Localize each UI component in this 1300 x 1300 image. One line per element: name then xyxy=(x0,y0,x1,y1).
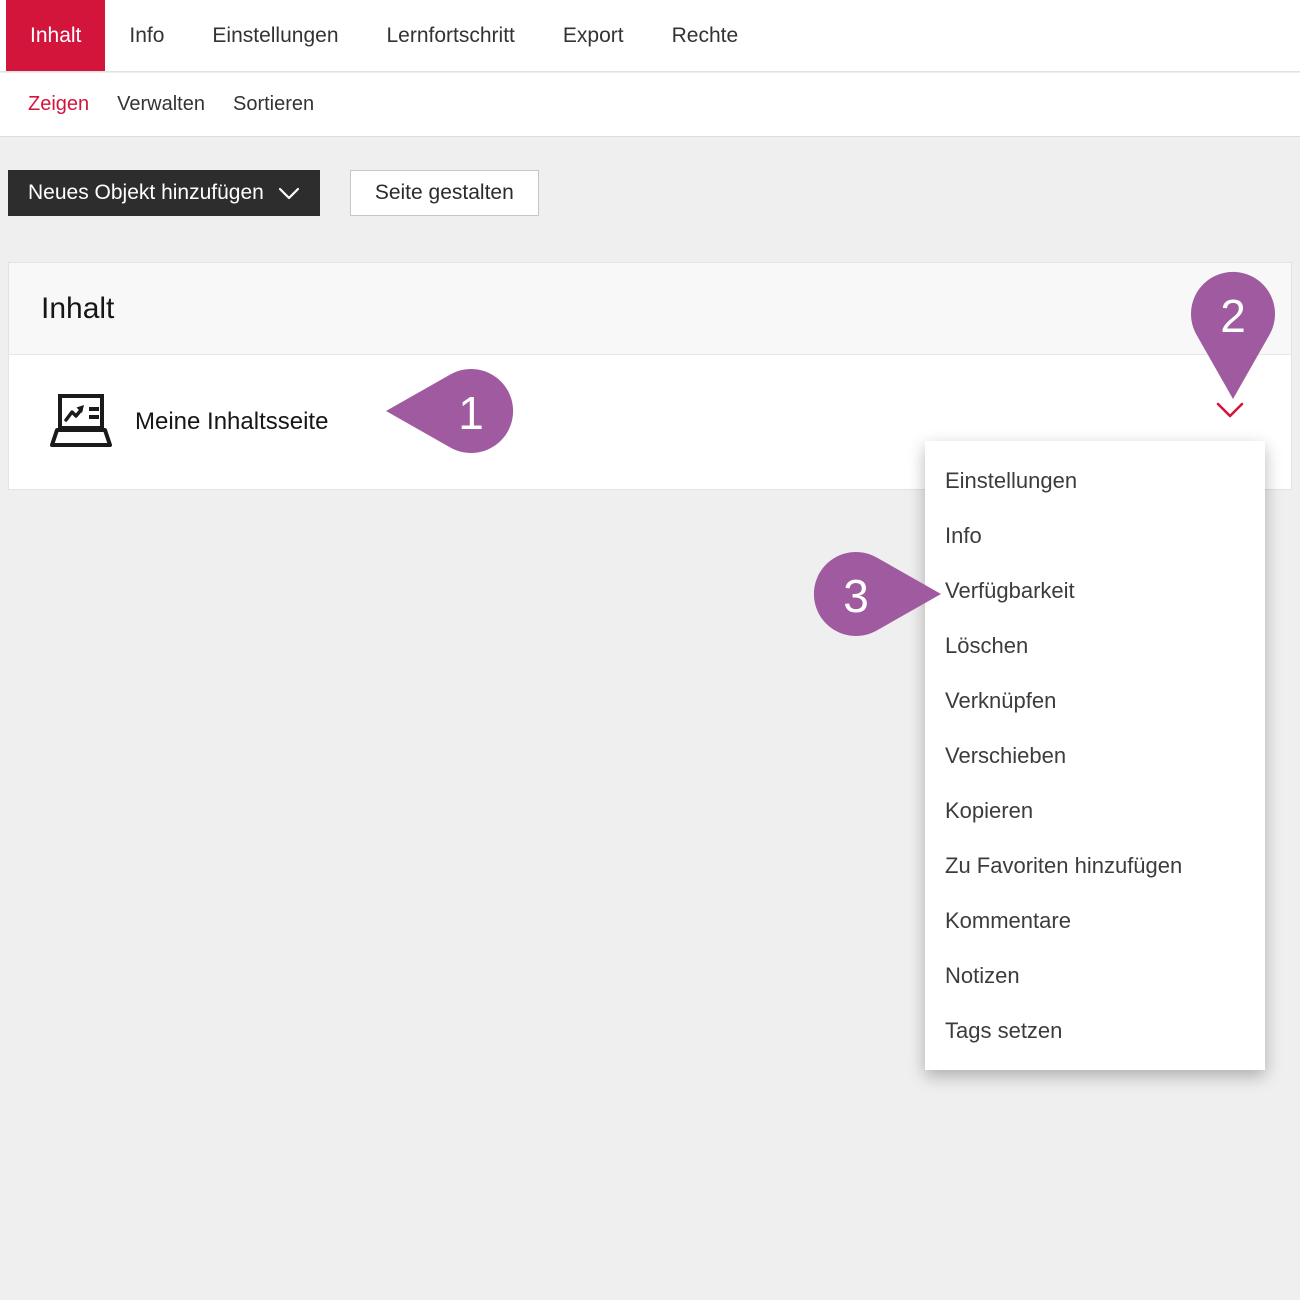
tab-lernfortschritt[interactable]: Lernfortschritt xyxy=(363,0,539,71)
toolbar: Neues Objekt hinzufügen Seite gestalten xyxy=(8,170,539,216)
annotation-number-2: 2 xyxy=(1220,289,1246,343)
chevron-down-icon xyxy=(278,187,300,200)
tab-rechte[interactable]: Rechte xyxy=(648,0,763,71)
new-object-button[interactable]: Neues Objekt hinzufügen xyxy=(8,170,320,216)
tab-info[interactable]: Info xyxy=(105,0,188,71)
subtab-sortieren[interactable]: Sortieren xyxy=(233,93,314,116)
annotation-number-1: 1 xyxy=(458,386,484,440)
item-title-link[interactable]: Meine Inhaltsseite xyxy=(135,408,328,436)
new-object-button-label: Neues Objekt hinzufügen xyxy=(28,181,264,205)
design-page-button[interactable]: Seite gestalten xyxy=(350,170,539,216)
menu-item-einstellungen[interactable]: Einstellungen xyxy=(925,453,1265,508)
menu-item-verfuegbarkeit[interactable]: Verfügbarkeit xyxy=(925,563,1265,618)
menu-item-verknuepfen[interactable]: Verknüpfen xyxy=(925,673,1265,728)
menu-item-verschieben[interactable]: Verschieben xyxy=(925,728,1265,783)
content-page-icon xyxy=(49,393,113,451)
menu-item-zu-favoriten-hinzufuegen[interactable]: Zu Favoriten hinzufügen xyxy=(925,838,1265,893)
tab-einstellungen[interactable]: Einstellungen xyxy=(188,0,362,71)
menu-item-loeschen[interactable]: Löschen xyxy=(925,618,1265,673)
menu-item-tags-setzen[interactable]: Tags setzen xyxy=(925,1003,1265,1058)
menu-item-info[interactable]: Info xyxy=(925,508,1265,563)
annotation-pin-1 xyxy=(384,366,514,456)
page: Inhalt Info Einstellungen Lernfortschrit… xyxy=(0,0,1300,1300)
annotation-pin-3 xyxy=(813,549,943,639)
panel-header: Inhalt xyxy=(9,263,1291,355)
annotation-number-3: 3 xyxy=(843,569,869,623)
panel-title: Inhalt xyxy=(41,292,114,326)
tab-export[interactable]: Export xyxy=(539,0,648,71)
subtab-zeigen[interactable]: Zeigen xyxy=(28,93,89,116)
subtab-bar: Zeigen Verwalten Sortieren xyxy=(0,73,1300,137)
chevron-down-icon xyxy=(1215,401,1245,419)
menu-item-kommentare[interactable]: Kommentare xyxy=(925,893,1265,948)
actions-dropdown-menu: Einstellungen Info Verfügbarkeit Löschen… xyxy=(925,441,1265,1070)
tab-inhalt[interactable]: Inhalt xyxy=(6,0,105,71)
subtab-verwalten[interactable]: Verwalten xyxy=(117,93,205,116)
menu-item-kopieren[interactable]: Kopieren xyxy=(925,783,1265,838)
menu-item-notizen[interactable]: Notizen xyxy=(925,948,1265,1003)
tab-bar: Inhalt Info Einstellungen Lernfortschrit… xyxy=(0,0,1300,72)
